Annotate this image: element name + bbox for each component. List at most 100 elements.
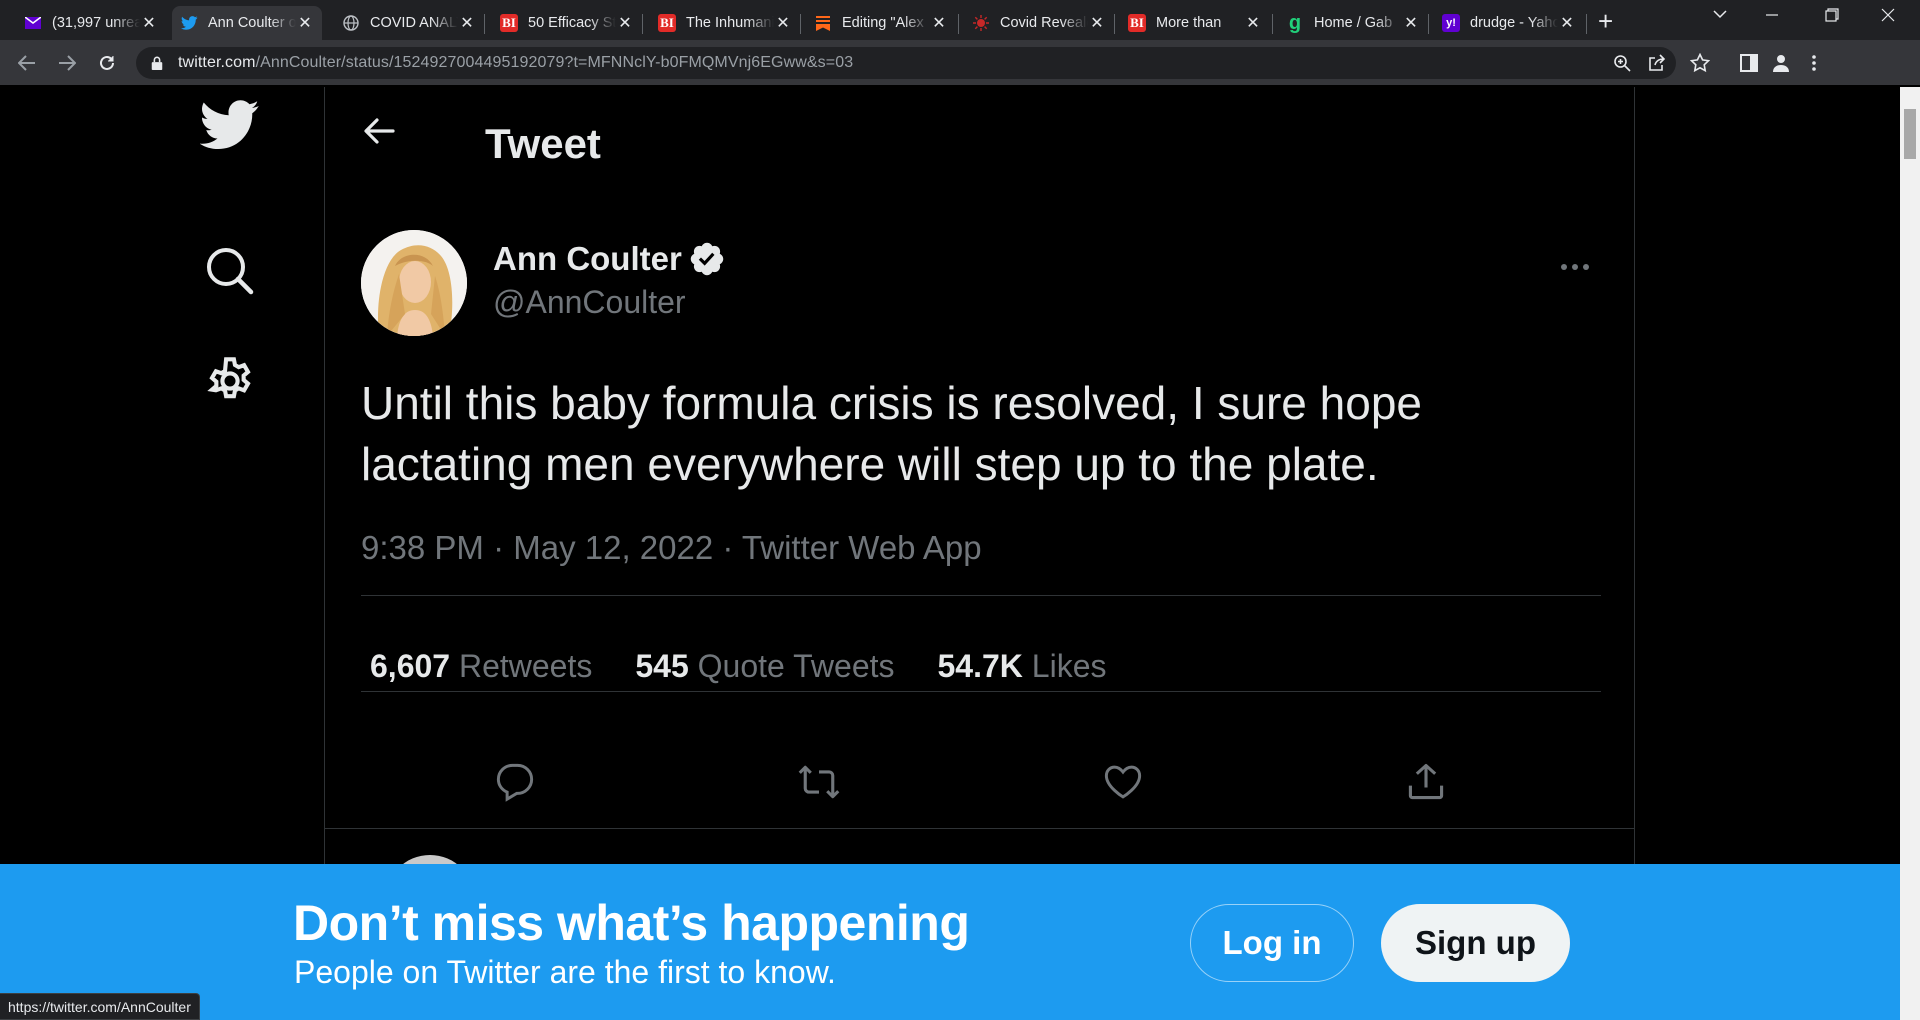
page-content: Tweet Ann Coulter @AnnCoulter Until this… bbox=[0, 87, 1900, 1020]
address-bar[interactable]: twitter.com/AnnCoulter/status/1524927004… bbox=[136, 47, 1676, 79]
divider bbox=[361, 691, 1601, 692]
status-bar-url: https://twitter.com/AnnCoulter bbox=[0, 993, 200, 1020]
tweet-stats: 6,607 Retweets 545 Quote Tweets 54.7K Li… bbox=[370, 648, 1149, 685]
bi-icon: BI bbox=[658, 14, 676, 32]
tweet-text: Until this baby formula crisis is resolv… bbox=[361, 377, 1422, 490]
tab-2[interactable]: COVID ANALYSIS ✕ bbox=[334, 6, 484, 40]
tweet-meta[interactable]: 9:38 PM · May 12, 2022 · Twitter Web App bbox=[361, 529, 982, 567]
gear-icon[interactable] bbox=[190, 349, 270, 413]
tab-separator bbox=[1428, 14, 1429, 34]
mail-icon bbox=[24, 14, 42, 32]
display-name[interactable]: Ann Coulter bbox=[493, 240, 726, 278]
scrollbar[interactable] bbox=[1900, 87, 1920, 1020]
share-tweet-icon[interactable] bbox=[1394, 750, 1458, 814]
tab-separator bbox=[642, 14, 643, 34]
stat-label: Retweets bbox=[458, 648, 593, 684]
bi-icon: BI bbox=[500, 14, 518, 32]
search-icon[interactable] bbox=[190, 239, 270, 303]
reply-icon[interactable] bbox=[483, 750, 547, 814]
scrollbar-thumb[interactable] bbox=[1904, 109, 1916, 159]
signup-button[interactable]: Sign up bbox=[1381, 904, 1570, 982]
tab-4[interactable]: BI The Inhumanity ✕ bbox=[650, 6, 800, 40]
tab-0[interactable]: (31,997 unread) ✕ bbox=[16, 6, 166, 40]
stat-label: Quote Tweets bbox=[697, 648, 895, 684]
tab-3[interactable]: BI 50 Efficacy Studies ✕ bbox=[492, 6, 642, 40]
back-arrow-icon[interactable] bbox=[363, 115, 395, 147]
stat-value: 545 bbox=[635, 648, 689, 684]
restore-icon[interactable] bbox=[1812, 8, 1852, 27]
tab-title: The Inhumanity bbox=[686, 15, 774, 31]
close-tab-icon[interactable]: ✕ bbox=[458, 13, 476, 33]
close-tab-icon[interactable]: ✕ bbox=[774, 13, 792, 33]
tab-9[interactable]: y! drudge - Yahoo ✕ bbox=[1434, 6, 1584, 40]
login-button[interactable]: Log in bbox=[1190, 904, 1354, 982]
tab-separator bbox=[1586, 14, 1587, 34]
quote-tweets-stat[interactable]: 545 Quote Tweets bbox=[635, 648, 894, 685]
twitter-icon bbox=[180, 14, 198, 32]
lock-icon[interactable] bbox=[150, 56, 164, 70]
globe-icon bbox=[342, 14, 360, 32]
close-tab-icon[interactable]: ✕ bbox=[930, 13, 948, 33]
close-tab-icon[interactable]: ✕ bbox=[296, 13, 314, 33]
close-tab-icon[interactable]: ✕ bbox=[1402, 13, 1420, 33]
close-window-icon[interactable] bbox=[1868, 8, 1908, 27]
url-path: /AnnCoulter/status/1524927004495192079?t… bbox=[255, 54, 854, 71]
tab-title: Editing "Alex bbox=[842, 15, 924, 31]
stat-value: 54.7K bbox=[937, 648, 1023, 684]
tab-separator bbox=[1272, 14, 1273, 34]
url-text[interactable]: twitter.com/AnnCoulter/status/1524927004… bbox=[178, 54, 853, 72]
side-panel-icon[interactable] bbox=[1735, 49, 1763, 77]
minimize-icon[interactable] bbox=[1752, 8, 1792, 27]
yahoo-icon: y! bbox=[1442, 14, 1460, 32]
tab-search-icon[interactable] bbox=[1700, 6, 1740, 24]
close-tab-icon[interactable]: ✕ bbox=[1088, 13, 1106, 33]
display-name-text: Ann Coulter bbox=[493, 240, 682, 277]
profile-icon[interactable] bbox=[1767, 49, 1795, 77]
tab-1[interactable]: Ann Coulter on Twitter ✕ bbox=[172, 6, 322, 40]
tab-separator bbox=[800, 14, 801, 34]
close-tab-icon[interactable]: ✕ bbox=[1244, 13, 1262, 33]
tab-6[interactable]: Covid Revealed ✕ bbox=[964, 6, 1114, 40]
avatar[interactable] bbox=[361, 230, 467, 336]
close-tab-icon[interactable]: ✕ bbox=[140, 13, 158, 33]
divider bbox=[325, 828, 1634, 829]
close-tab-icon[interactable]: ✕ bbox=[1558, 13, 1576, 33]
forward-icon[interactable] bbox=[54, 50, 80, 76]
tab-title: Ann Coulter on Twitter bbox=[208, 15, 296, 31]
browser-toolbar: twitter.com/AnnCoulter/status/1524927004… bbox=[0, 40, 1920, 86]
column-header: Tweet bbox=[325, 87, 1634, 169]
tab-separator bbox=[1114, 14, 1115, 34]
signup-banner: Don’t miss what’s happening People on Tw… bbox=[0, 864, 1900, 1020]
substack-icon bbox=[814, 14, 832, 32]
back-icon[interactable] bbox=[14, 50, 40, 76]
new-tab-button[interactable]: + bbox=[1598, 8, 1613, 34]
reload-icon[interactable] bbox=[94, 50, 120, 76]
stat-label: Likes bbox=[1031, 648, 1107, 684]
user-handle[interactable]: @AnnCoulter bbox=[493, 284, 686, 321]
virus-icon bbox=[972, 14, 990, 32]
bi-icon: BI bbox=[1128, 14, 1146, 32]
url-host: twitter.com bbox=[178, 54, 256, 71]
like-heart-icon[interactable] bbox=[1091, 750, 1155, 814]
likes-stat[interactable]: 54.7K Likes bbox=[938, 648, 1107, 685]
share-icon[interactable] bbox=[1641, 47, 1673, 79]
close-tab-icon[interactable]: ✕ bbox=[616, 13, 634, 33]
page-title: Tweet bbox=[485, 120, 601, 167]
more-options-icon[interactable] bbox=[1550, 247, 1600, 287]
tab-7[interactable]: BI More than ✕ bbox=[1120, 6, 1270, 40]
tab-title: (31,997 unread) bbox=[52, 15, 140, 31]
retweets-stat[interactable]: 6,607 Retweets bbox=[370, 648, 592, 685]
tab-title: Covid Revealed bbox=[1000, 15, 1088, 31]
tab-8[interactable]: g Home / Gab ✕ bbox=[1278, 6, 1428, 40]
tab-title: COVID ANALYSIS bbox=[370, 15, 458, 31]
twitter-logo-icon[interactable] bbox=[190, 93, 270, 157]
banner-subline: People on Twitter are the first to know. bbox=[294, 954, 836, 990]
retweet-icon[interactable] bbox=[787, 750, 851, 814]
banner-headline: Don’t miss what’s happening bbox=[293, 895, 970, 951]
divider bbox=[361, 595, 1601, 596]
tab-5[interactable]: Editing "Alex ✕ bbox=[806, 6, 956, 40]
bookmark-star-icon[interactable] bbox=[1686, 49, 1714, 77]
zoom-icon[interactable] bbox=[1606, 47, 1638, 79]
kebab-menu-icon[interactable] bbox=[1800, 49, 1828, 77]
tab-title: drudge - Yahoo bbox=[1470, 15, 1558, 31]
